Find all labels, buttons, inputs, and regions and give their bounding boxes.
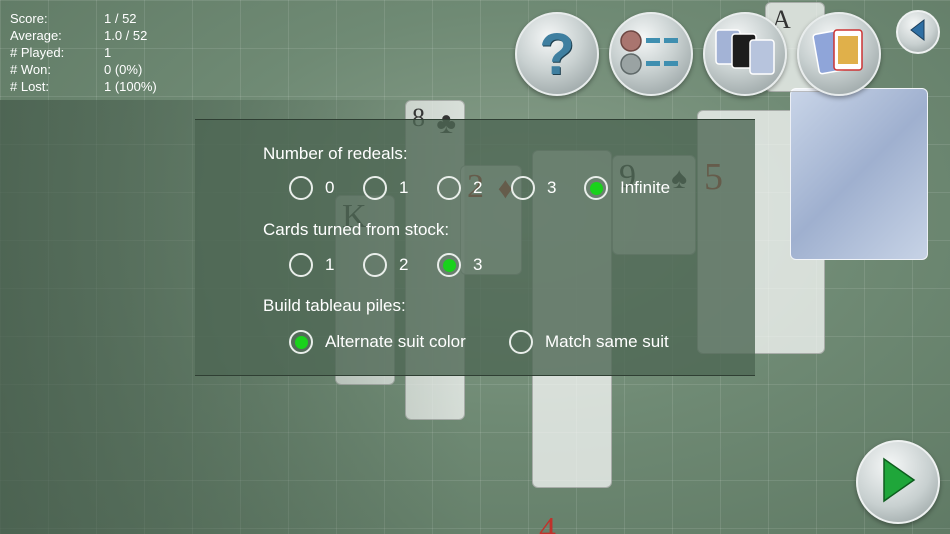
redeals-option-3[interactable]: 3 — [511, 176, 556, 200]
average-value: 1.0 / 52 — [104, 28, 148, 43]
stock-option-3[interactable]: 3 — [437, 253, 482, 277]
option-label: 2 — [473, 178, 483, 197]
back-button[interactable] — [896, 10, 940, 54]
option-label: 1 — [325, 255, 335, 274]
option-label: 1 — [399, 178, 409, 197]
option-label: Alternate suit color — [325, 332, 466, 351]
won-label: # Won: — [10, 62, 51, 77]
help-button[interactable]: ? — [515, 12, 599, 96]
tableau-option-same-suit[interactable]: Match same suit — [509, 330, 669, 354]
score-value: 1 / 52 — [104, 11, 137, 26]
stock-option-1[interactable]: 1 — [289, 253, 334, 277]
card-faces-button[interactable] — [797, 12, 881, 96]
radio-button[interactable] — [509, 330, 533, 354]
radio-button[interactable] — [289, 253, 313, 277]
won-value: 0 (0%) — [104, 62, 143, 77]
redeals-option-1[interactable]: 1 — [363, 176, 408, 200]
stock-option-2[interactable]: 2 — [363, 253, 408, 277]
radio-button[interactable] — [289, 330, 313, 354]
radio-button[interactable] — [289, 176, 313, 200]
tableau-option-alternate[interactable]: Alternate suit color — [289, 330, 466, 354]
lost-value: 1 (100%) — [104, 79, 157, 94]
option-label: 0 — [325, 178, 335, 197]
play-button[interactable] — [856, 440, 940, 524]
option-label: 2 — [399, 255, 409, 274]
options-button[interactable] — [609, 12, 693, 96]
radio-button[interactable] — [437, 253, 461, 277]
radio-button[interactable] — [584, 176, 608, 200]
redeals-heading: Number of redeals: — [263, 144, 408, 163]
stock-heading: Cards turned from stock: — [263, 220, 450, 239]
card-backs-icon — [712, 24, 778, 85]
back-arrow-icon — [908, 18, 928, 46]
option-label: 3 — [473, 255, 483, 274]
score-label: Score: — [10, 11, 48, 26]
settings-panel: Number of redeals: 0 1 2 3 Infinite Card… — [195, 119, 755, 376]
option-label: Match same suit — [545, 332, 669, 351]
stats-panel: Score: 1 / 52 Average: 1.0 / 52 # Played: 1… — [10, 10, 157, 95]
card-faces-icon — [806, 24, 872, 85]
tableau-heading: Build tableau piles: — [263, 296, 406, 315]
stock-pile — [790, 88, 928, 260]
lost-label: # Lost: — [10, 79, 50, 94]
radio-button[interactable] — [511, 176, 535, 200]
question-mark-icon: ? — [539, 21, 575, 87]
redeals-option-2[interactable]: 2 — [437, 176, 482, 200]
radio-button[interactable] — [363, 253, 387, 277]
option-label: Infinite — [620, 178, 671, 197]
redeals-option-0[interactable]: 0 — [289, 176, 334, 200]
average-label: Average: — [10, 28, 62, 43]
radio-button[interactable] — [363, 176, 387, 200]
play-arrow-icon — [878, 456, 918, 509]
card-backs-button[interactable] — [703, 12, 787, 96]
played-label: # Played: — [10, 45, 65, 60]
redeals-option-infinite[interactable]: Infinite — [584, 176, 670, 200]
card-rank: 4 — [539, 511, 556, 534]
option-label: 3 — [547, 178, 557, 197]
options-icon — [618, 27, 684, 82]
played-value: 1 — [104, 45, 112, 60]
radio-button[interactable] — [437, 176, 461, 200]
